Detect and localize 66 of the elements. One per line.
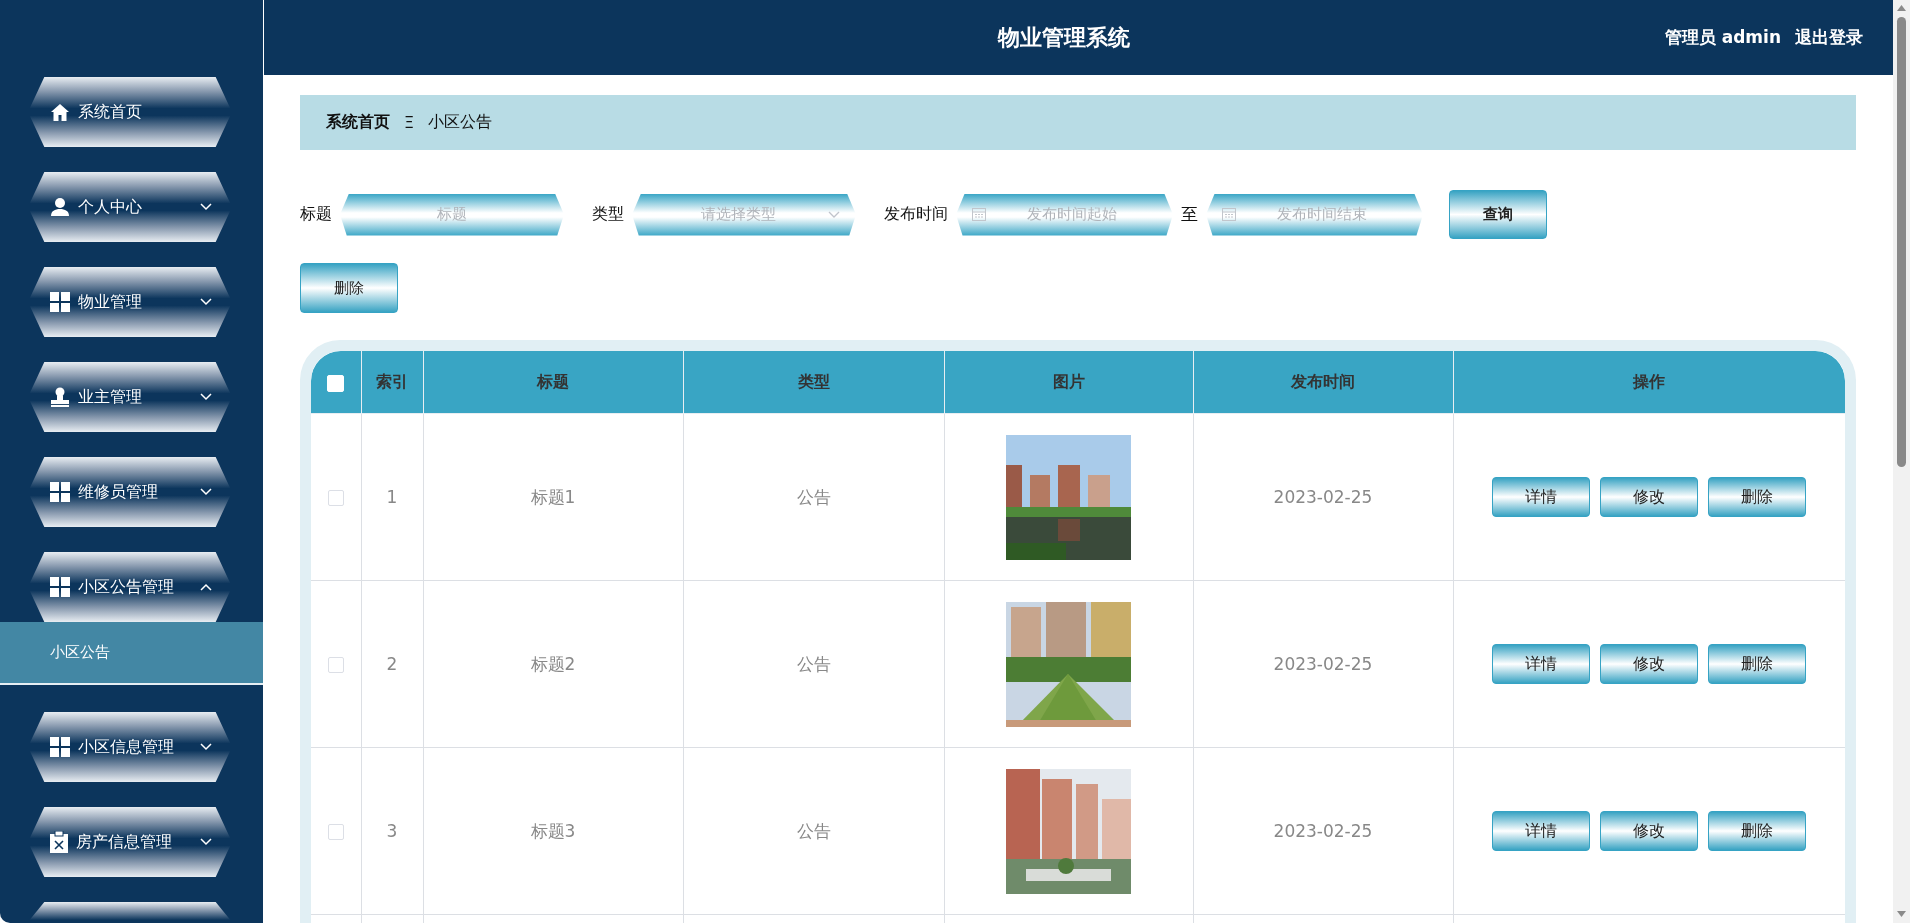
menu-item[interactable]: 房产信息管理 [28, 807, 232, 877]
table-cell: 公告 [796, 486, 831, 507]
row-checkbox[interactable] [327, 657, 344, 673]
column-header: 索引 [376, 371, 408, 391]
table-cell: 1 [386, 487, 398, 507]
submenu-item[interactable]: 小区公告 [0, 622, 263, 685]
table-cell: 标题3 [530, 820, 576, 841]
stamp-icon [50, 387, 70, 407]
column-header: 类型 [797, 371, 830, 391]
grid-icon [50, 577, 70, 597]
table-cell: 公告 [796, 653, 831, 674]
delete-button[interactable]: 删除 [1708, 811, 1807, 851]
app-title: 物业管理系统 [996, 23, 1132, 52]
details-button[interactable]: 详情 [1492, 644, 1591, 684]
menu-item[interactable]: 小区公告管理 [28, 552, 232, 622]
menu-item[interactable]: 系统首页 [28, 77, 232, 147]
filter-label: 发布时间 [884, 204, 948, 225]
delete-button[interactable]: 删除 [300, 263, 398, 313]
user-icon [50, 197, 70, 217]
scroll-up-icon[interactable] [1897, 5, 1906, 11]
table-cell: 2 [386, 654, 398, 674]
table-cell: 公告 [796, 820, 831, 841]
menu-item[interactable]: 小区信息管理 [28, 712, 232, 782]
edit-button[interactable]: 修改 [1600, 477, 1699, 517]
chevron-down-icon [828, 211, 840, 218]
logout-link[interactable]: 退出登录 [1795, 26, 1863, 49]
menu-item[interactable]: 维修员管理 [28, 457, 232, 527]
range-separator: 至 [1181, 203, 1198, 226]
breadcrumb-link[interactable]: 系统首页 [326, 112, 390, 133]
filter-label: 标题 [300, 204, 332, 225]
delete-button[interactable]: 删除 [1708, 477, 1807, 517]
breadcrumb-link[interactable]: 小区公告 [428, 112, 493, 133]
row-checkbox[interactable] [327, 824, 344, 840]
table-cell: 标题2 [530, 653, 576, 674]
table-cell: 3 [386, 821, 398, 841]
user-label: 管理员 admin [1664, 26, 1781, 49]
column-header: 图片 [1052, 371, 1085, 391]
details-button[interactable]: 详情 [1492, 477, 1591, 517]
table-cell: 2023-02-25 [1273, 487, 1373, 507]
filter-label: 类型 [592, 204, 624, 225]
row-checkbox[interactable] [327, 490, 344, 506]
column-header: 操作 [1633, 371, 1666, 391]
details-button[interactable]: 详情 [1492, 811, 1591, 851]
edit-button[interactable]: 修改 [1600, 644, 1699, 684]
clipboard-icon [50, 831, 68, 853]
column-header: 发布时间 [1291, 371, 1355, 391]
grid-icon [50, 737, 70, 757]
table-cell: 标题1 [530, 486, 576, 507]
grid-icon [50, 292, 70, 312]
calendar-icon [1222, 208, 1236, 221]
edit-button[interactable]: 修改 [1600, 811, 1699, 851]
table-cell: 2023-02-25 [1273, 654, 1373, 674]
scroll-down-icon[interactable] [1897, 911, 1906, 917]
select-all-checkbox[interactable] [327, 374, 345, 392]
menu-item[interactable]: 业主管理 [28, 362, 232, 432]
calendar-icon [972, 208, 986, 221]
search-button[interactable]: 查询 [1449, 190, 1547, 239]
table-cell: 2023-02-25 [1273, 821, 1373, 841]
breadcrumb-separator: Ξ [404, 113, 415, 132]
grid-icon [50, 482, 70, 502]
column-header: 标题 [537, 371, 569, 391]
home-icon [50, 102, 70, 122]
menu-item[interactable]: 物业管理 [28, 267, 232, 337]
menu-item[interactable]: 个人中心 [28, 172, 232, 242]
delete-button[interactable]: 删除 [1708, 644, 1807, 684]
scrollbar-thumb[interactable] [1897, 17, 1906, 467]
